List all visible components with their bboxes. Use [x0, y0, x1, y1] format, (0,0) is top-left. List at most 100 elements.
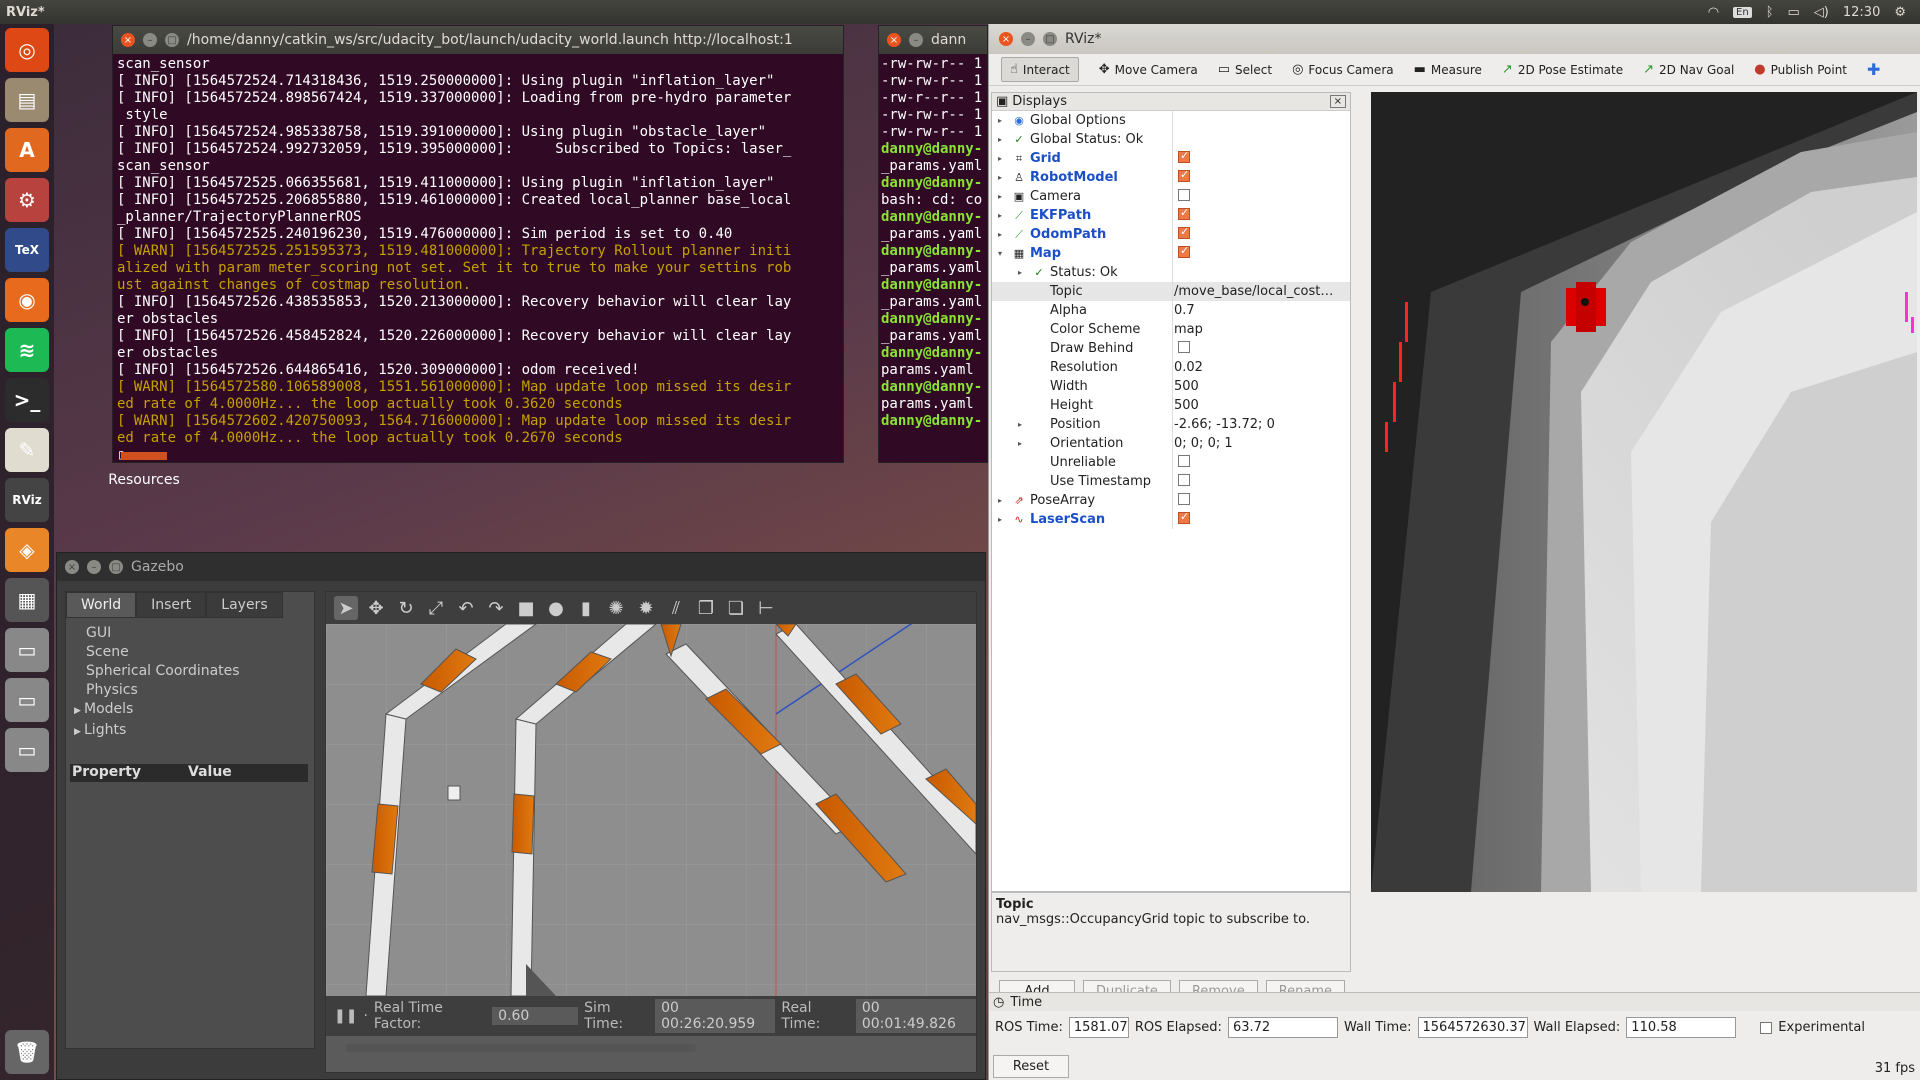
display-value-cell[interactable] — [1172, 492, 1190, 509]
display-value-cell[interactable]: map — [1172, 322, 1203, 337]
display-value[interactable]: 0.02 — [1174, 360, 1203, 375]
maximize-icon[interactable]: □ — [165, 33, 179, 47]
display-value[interactable]: 0.7 — [1174, 303, 1195, 318]
display-value-cell[interactable]: 0.7 — [1172, 303, 1195, 318]
ros-elapsed-field[interactable]: 63.72 — [1227, 1017, 1338, 1038]
tool-2d-pose-estimate[interactable]: ↗ 2D Pose Estimate — [1502, 62, 1623, 77]
tool-publish-point[interactable]: ● Publish Point — [1754, 62, 1847, 77]
enable-checkbox[interactable] — [1178, 188, 1190, 201]
files-icon[interactable]: ▤ — [5, 78, 49, 122]
close-panel-icon[interactable]: × — [1329, 95, 1346, 108]
display-row-width[interactable]: Width 500 — [992, 377, 1350, 396]
terminal2-output[interactable]: -rw-rw-r-- 1 -rw-rw-r-- 1 -rw-r--r-- 1 -rw-… — [879, 54, 987, 432]
display-value-cell[interactable] — [1172, 340, 1190, 357]
display-value[interactable]: 0; 0; 0; 1 — [1174, 436, 1233, 451]
minimize-icon[interactable]: – — [87, 560, 101, 574]
display-row-color-scheme[interactable]: Color Scheme map — [992, 320, 1350, 339]
enable-checkbox[interactable] — [1178, 169, 1190, 182]
expand-arrow-icon[interactable]: ▸ — [998, 116, 1008, 125]
display-row-status-ok[interactable]: ▸ ✓ Status: Ok — [992, 263, 1350, 282]
display-value-cell[interactable]: 0; 0; 0; 1 — [1172, 436, 1233, 451]
enable-checkbox[interactable] — [1178, 511, 1190, 524]
display-row-position[interactable]: ▸ Position -2.66; -13.72; 0 — [992, 415, 1350, 434]
horizontal-scrollbar[interactable] — [346, 1044, 696, 1052]
display-row-robotmodel[interactable]: ▸ ♙ RobotModel — [992, 168, 1350, 187]
world-tree-item[interactable]: Scene — [86, 643, 304, 662]
tool-move-camera[interactable]: ✥ Move Camera — [1099, 62, 1198, 77]
display-value-cell[interactable]: -2.66; -13.72; 0 — [1172, 417, 1275, 432]
cylinder-shape-icon[interactable]: ▮ — [574, 596, 598, 620]
display-row-resolution[interactable]: Resolution 0.02 — [992, 358, 1350, 377]
expand-arrow-icon[interactable]: ▸ — [1018, 268, 1028, 277]
display-row-camera[interactable]: ▸ ▣ Camera — [992, 187, 1350, 206]
directional-light-icon[interactable]: ⫽ — [664, 596, 688, 620]
bluetooth-icon[interactable]: ᛒ — [1766, 5, 1774, 20]
display-value-cell[interactable]: 500 — [1172, 398, 1199, 413]
enable-checkbox[interactable] — [1178, 340, 1190, 353]
add-tool-icon[interactable]: ✚ — [1867, 60, 1880, 79]
select-mode-icon[interactable]: ➤ — [334, 596, 358, 620]
power-icon[interactable]: ⚙ — [1894, 5, 1906, 20]
terminal-titlebar[interactable]: × – □ /home/danny/catkin_ws/src/udacity_… — [113, 26, 843, 54]
rviz-window[interactable]: × – □ RViz* ☝ Interact ✥ Move Camera ▭ Select… — [988, 24, 1920, 1080]
world-tree-item[interactable]: GUI — [86, 624, 304, 643]
software-center-icon[interactable]: A — [5, 128, 49, 172]
spotify-icon[interactable]: ≋ — [5, 328, 49, 372]
expand-arrow-icon[interactable]: ▶ — [74, 723, 84, 742]
world-tree-item[interactable]: Spherical Coordinates — [86, 662, 304, 681]
expand-arrow-icon[interactable]: ▸ — [998, 515, 1008, 524]
display-row-posearray[interactable]: ▸ ⇗ PoseArray — [992, 491, 1350, 510]
tool-select[interactable]: ▭ Select — [1218, 62, 1272, 77]
drive-icon[interactable]: ▭ — [5, 728, 49, 772]
close-icon[interactable]: × — [121, 33, 135, 47]
gazebo-tab-world[interactable]: World — [66, 592, 137, 618]
expand-arrow-icon[interactable]: ▸ — [1018, 439, 1028, 448]
terminal-output[interactable]: scan_sensor[ INFO] [1564572524.714318436… — [113, 54, 843, 462]
enable-checkbox[interactable] — [1178, 245, 1190, 258]
pause-icon[interactable]: ❚❚ — [334, 1008, 357, 1024]
align-icon[interactable]: ⊢ — [754, 596, 778, 620]
enable-checkbox[interactable] — [1178, 226, 1190, 239]
maximize-icon[interactable]: □ — [109, 560, 123, 574]
robot-model[interactable] — [447, 785, 461, 801]
display-row-unreliable[interactable]: Unreliable — [992, 453, 1350, 472]
step-icon[interactable]: · — [363, 1008, 367, 1024]
display-row-use-timestamp[interactable]: Use Timestamp — [992, 472, 1350, 491]
display-value-cell[interactable]: /move_base/local_cost… — [1172, 284, 1333, 299]
reset-button[interactable]: Reset — [993, 1055, 1069, 1078]
display-row-laserscan[interactable]: ▸ ∿ LaserScan — [992, 510, 1350, 529]
expand-arrow-icon[interactable]: ▾ — [998, 249, 1008, 258]
display-value[interactable]: /move_base/local_cost… — [1174, 284, 1333, 299]
expand-arrow-icon[interactable]: ▸ — [998, 230, 1008, 239]
ubuntu-icon[interactable]: ◎ — [5, 28, 49, 72]
expand-arrow-icon[interactable]: ▸ — [998, 496, 1008, 505]
gazebo-tab-insert[interactable]: Insert — [136, 592, 207, 618]
display-value-cell[interactable] — [1172, 245, 1190, 262]
world-tree-item[interactable]: ▶ Lights — [74, 721, 304, 742]
redo-icon[interactable]: ↷ — [484, 596, 508, 620]
paste-icon[interactable]: ❏ — [724, 596, 748, 620]
gazebo-3d-viewport[interactable] — [326, 624, 976, 996]
translate-mode-icon[interactable]: ✥ — [364, 596, 388, 620]
expand-arrow-icon[interactable]: ▸ — [998, 135, 1008, 144]
minimize-icon[interactable]: – — [909, 33, 923, 47]
world-tree-item[interactable]: ▶ Models — [74, 700, 304, 721]
display-row-ekfpath[interactable]: ▸ ⟋ EKFPath — [992, 206, 1350, 225]
display-row-height[interactable]: Height 500 — [992, 396, 1350, 415]
point-light-icon[interactable]: ✺ — [604, 596, 628, 620]
maximize-icon[interactable]: □ — [1043, 32, 1057, 46]
minimize-icon[interactable]: – — [1021, 32, 1035, 46]
display-row-grid[interactable]: ▸ ⌗ Grid — [992, 149, 1350, 168]
copy-icon[interactable]: ❐ — [694, 596, 718, 620]
enable-checkbox[interactable] — [1178, 454, 1190, 467]
display-value[interactable]: 500 — [1174, 398, 1199, 413]
display-value[interactable]: -2.66; -13.72; 0 — [1174, 417, 1275, 432]
display-value-cell[interactable]: 500 — [1172, 379, 1199, 394]
world-tree-item[interactable]: Physics — [86, 681, 304, 700]
display-value[interactable]: map — [1174, 322, 1203, 337]
display-value-cell[interactable] — [1172, 454, 1190, 471]
tool-2d-nav-goal[interactable]: ↗ 2D Nav Goal — [1643, 62, 1734, 77]
display-value-cell[interactable] — [1172, 226, 1190, 243]
gazebo-tab-layers[interactable]: Layers — [206, 592, 283, 618]
text-editor-icon[interactable]: ✎ — [5, 428, 49, 472]
